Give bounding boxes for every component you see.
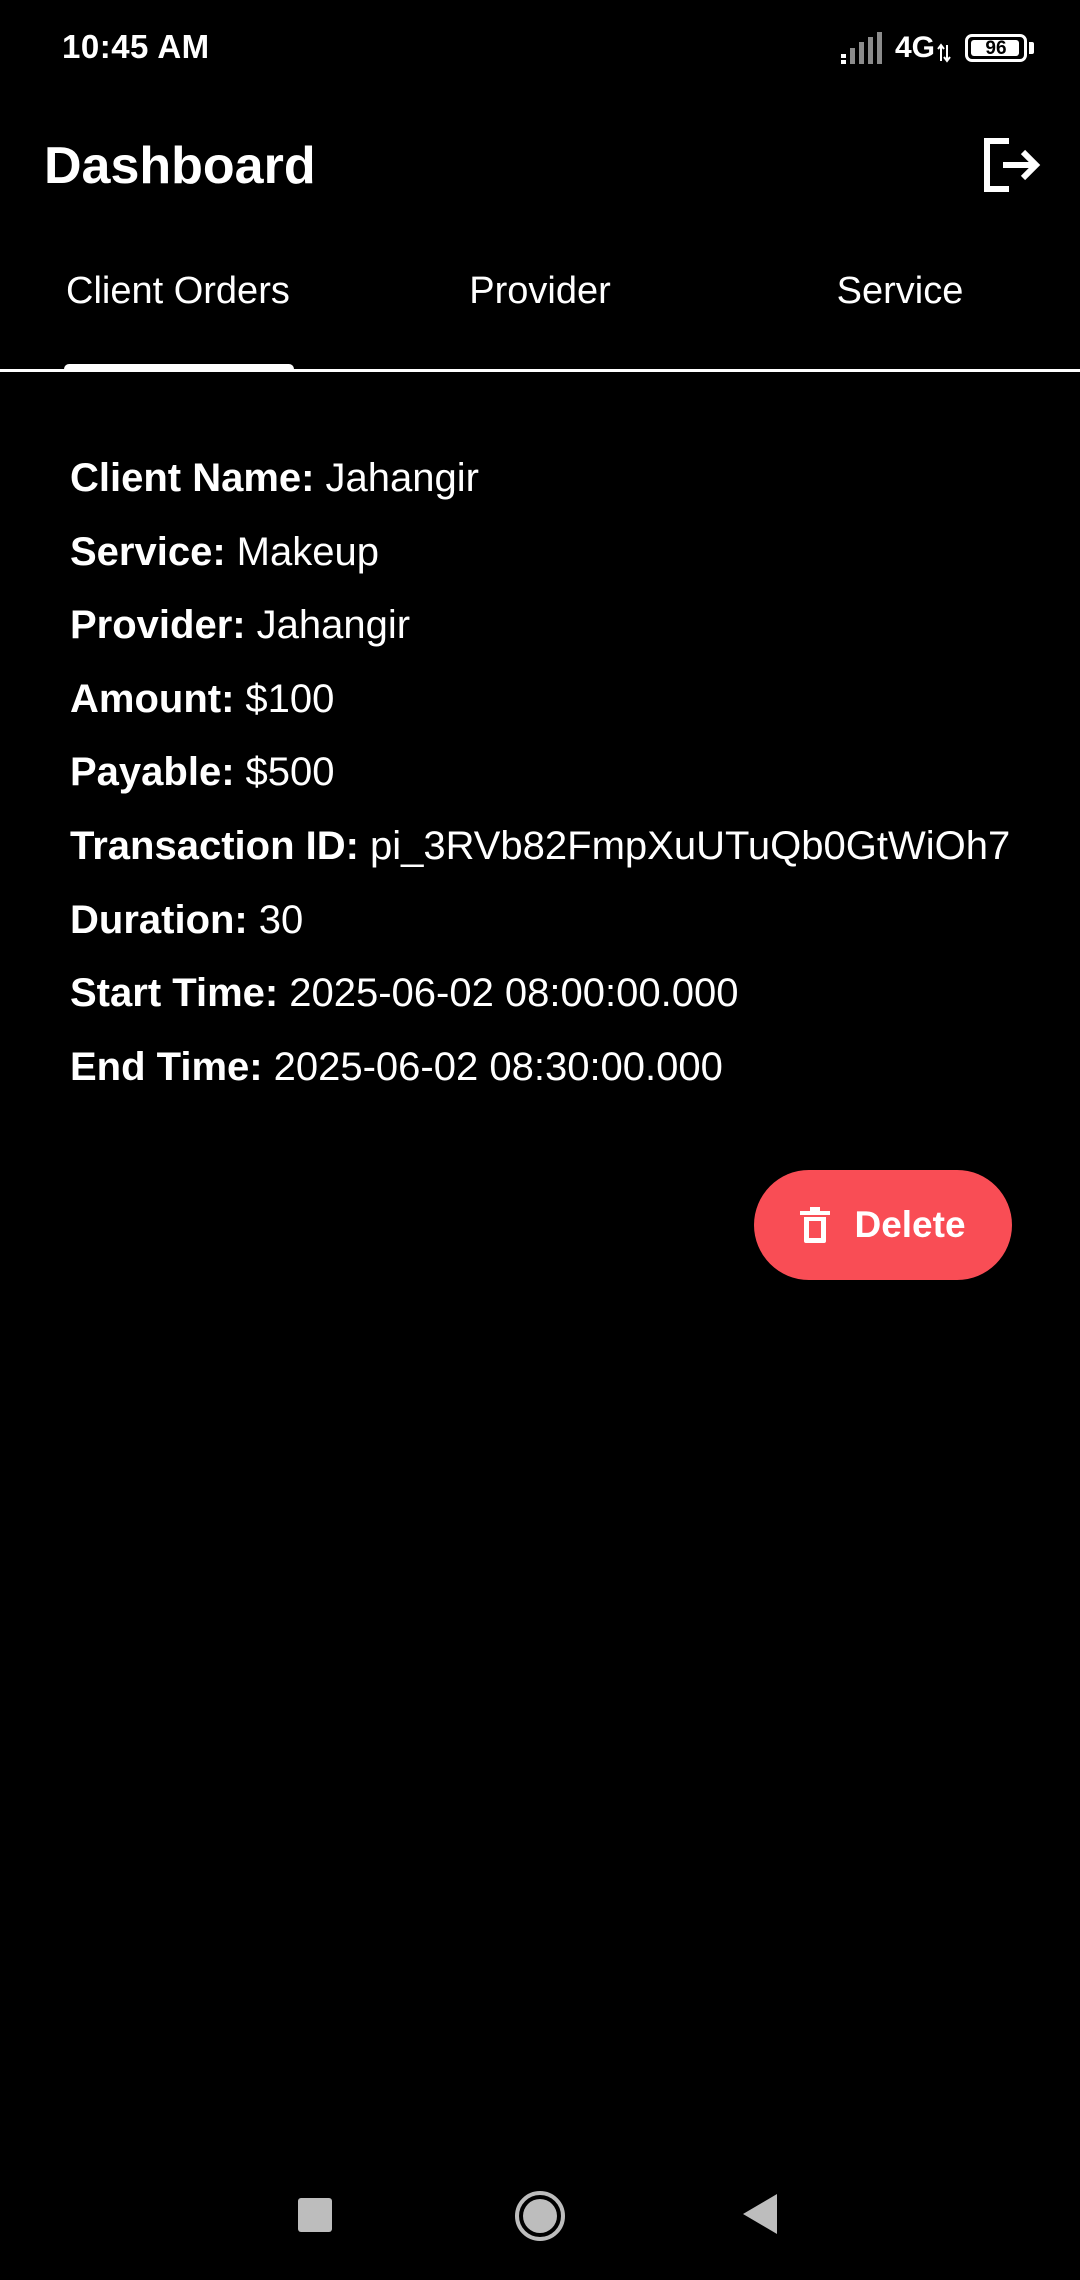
home-icon — [515, 2191, 565, 2241]
battery-tip — [1029, 42, 1034, 54]
system-nav-bar — [0, 2170, 1080, 2260]
detail-row-payable: Payable: $500 — [70, 750, 1030, 824]
recent-apps-icon — [298, 2198, 332, 2232]
tab-label: Provider — [469, 270, 611, 312]
active-tab-indicator — [64, 364, 294, 372]
tab-label: Service — [836, 270, 964, 312]
logout-button[interactable] — [978, 132, 1044, 198]
app-header: Dashboard — [0, 110, 1080, 220]
detail-label: Transaction ID: — [70, 823, 359, 868]
network-arrows-icon — [937, 43, 951, 63]
detail-value: $100 — [245, 676, 335, 721]
detail-value: $500 — [245, 750, 335, 795]
tab-service[interactable]: Service — [720, 240, 1080, 369]
detail-row-provider: Provider: Jahangir — [70, 603, 1030, 677]
status-time: 10:45 AM — [62, 28, 210, 65]
trash-icon — [800, 1207, 831, 1243]
detail-label: Provider: — [70, 603, 246, 648]
detail-row-client-name: Client Name: Jahangir — [70, 456, 1030, 530]
recent-apps-button[interactable] — [296, 2196, 334, 2234]
detail-row-transaction-id: Transaction ID: pi_3RVb82FmpXuUTuQb0GtWi… — [70, 824, 1030, 898]
detail-label: End Time: — [70, 1044, 263, 1089]
detail-value: Makeup — [236, 529, 379, 574]
detail-row-end-time: End Time: 2025-06-02 08:30:00.000 — [70, 1045, 1030, 1119]
detail-label: Duration: — [70, 897, 248, 942]
back-icon — [743, 2194, 777, 2234]
status-bar: 10:45 AM 4G 96 — [0, 0, 1080, 96]
tab-provider[interactable]: Provider — [360, 240, 720, 369]
tab-client-orders[interactable]: Client Orders — [0, 240, 360, 369]
back-button[interactable] — [742, 2194, 778, 2234]
tab-label: Client Orders — [66, 270, 290, 312]
delete-button[interactable]: Delete — [754, 1170, 1012, 1280]
status-indicators: 4G 96 — [840, 28, 1034, 68]
tab-bar: Client Orders Provider Service — [0, 240, 1080, 372]
signal-icon — [840, 32, 882, 64]
detail-row-duration: Duration: 30 — [70, 898, 1030, 972]
detail-value: pi_3RVb82FmpXuUTuQb0GtWiOh7 — [369, 823, 1011, 868]
detail-label: Start Time: — [70, 971, 279, 1016]
battery-level: 96 — [985, 37, 1007, 59]
detail-label: Amount: — [70, 676, 235, 721]
home-button[interactable] — [514, 2190, 566, 2242]
detail-value: Jahangir — [325, 456, 479, 500]
battery-icon: 96 — [965, 34, 1027, 62]
detail-value: 30 — [258, 897, 304, 942]
detail-label: Client Name: — [70, 456, 315, 500]
page-title: Dashboard — [44, 137, 316, 195]
detail-row-service: Service: Makeup — [70, 530, 1030, 604]
order-card: Client Name: Jahangir Service: Makeup Pr… — [70, 456, 1030, 1118]
detail-row-start-time: Start Time: 2025-06-02 08:00:00.000 — [70, 971, 1030, 1045]
detail-row-amount: Amount: $100 — [70, 677, 1030, 751]
logout-icon — [984, 138, 1041, 192]
detail-value: Jahangir — [256, 603, 411, 648]
detail-value: 2025-06-02 08:00:00.000 — [289, 971, 739, 1016]
network-type: 4G — [894, 31, 935, 64]
detail-label: Service: — [70, 529, 226, 574]
detail-label: Payable: — [70, 750, 235, 795]
delete-label: Delete — [854, 1204, 966, 1245]
detail-value: 2025-06-02 08:30:00.000 — [273, 1044, 723, 1089]
